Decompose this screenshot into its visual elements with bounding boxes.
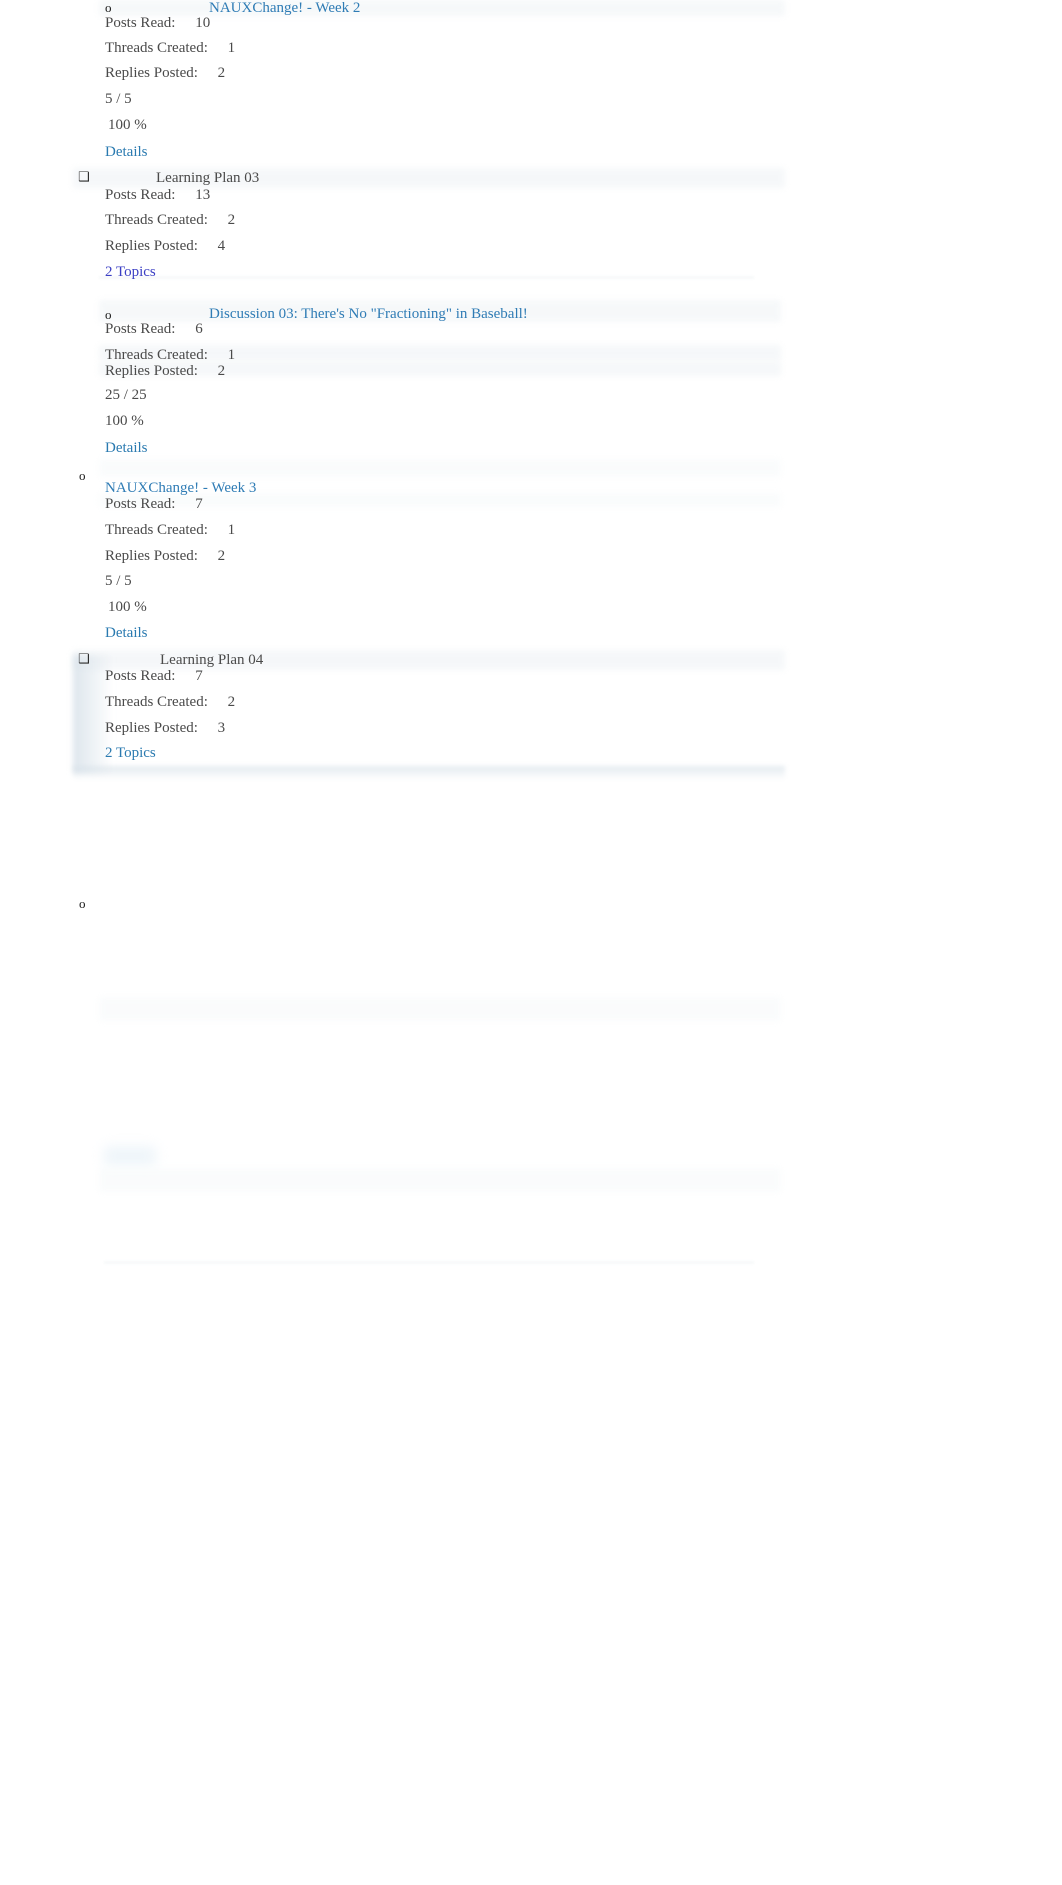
details-link[interactable]: Details bbox=[105, 439, 148, 457]
threads-created-value: 2 bbox=[227, 694, 236, 710]
posts-read-label: Posts Read: bbox=[105, 668, 176, 684]
topics-link[interactable]: 2 Topics bbox=[105, 744, 156, 762]
replies-posted-row: Replies Posted: 2 bbox=[105, 64, 225, 82]
posts-read-value: 7 bbox=[195, 496, 203, 512]
posts-read-value: 6 bbox=[195, 321, 203, 337]
forum-title-link[interactable]: Discussion 03: There's No "Fractioning" … bbox=[209, 305, 528, 323]
report-page: o NAUXChange! - Week 2 Posts Read: 10 Th… bbox=[0, 0, 1062, 1885]
posts-read-row: Posts Read: 7 bbox=[105, 495, 203, 513]
replies-posted-row: Replies Posted: 2 bbox=[105, 547, 225, 565]
replies-posted-value: 2 bbox=[217, 65, 226, 81]
row-highlight-band bbox=[99, 459, 781, 477]
threads-created-value: 1 bbox=[227, 40, 236, 56]
ghost-button bbox=[104, 1146, 156, 1166]
details-link[interactable]: Details bbox=[105, 624, 148, 642]
posts-read-value: 10 bbox=[195, 15, 211, 31]
score-value: 25 / 25 bbox=[105, 387, 147, 403]
forum-title-link[interactable]: NAUXChange! - Week 2 bbox=[209, 0, 360, 17]
posts-read-row: Posts Read: 10 bbox=[105, 14, 210, 32]
replies-posted-row: Replies Posted: 2 bbox=[105, 362, 225, 380]
topics-link[interactable]: 2 Topics bbox=[105, 263, 156, 281]
replies-posted-row: Replies Posted: 4 bbox=[105, 237, 225, 255]
posts-read-value: 7 bbox=[195, 668, 203, 684]
posts-read-label: Posts Read: bbox=[105, 321, 176, 337]
posts-read-row: Posts Read: 7 bbox=[105, 667, 203, 685]
threads-created-row: Threads Created: 1 bbox=[105, 521, 235, 539]
posts-read-row: Posts Read: 13 bbox=[105, 186, 210, 204]
learning-plan-glyph-icon: ❑ bbox=[78, 652, 90, 667]
replies-posted-value: 2 bbox=[217, 363, 226, 379]
score-value: 5 / 5 bbox=[105, 91, 132, 107]
posts-read-row: Posts Read: 6 bbox=[105, 320, 203, 338]
posts-read-value: 13 bbox=[195, 187, 211, 203]
threads-created-label: Threads Created: bbox=[105, 212, 208, 228]
replies-posted-label: Replies Posted: bbox=[105, 548, 198, 564]
threads-created-row: Threads Created: 1 bbox=[105, 39, 235, 57]
percent-value: 100 % bbox=[105, 413, 144, 429]
replies-posted-label: Replies Posted: bbox=[105, 238, 198, 254]
row-highlight-band bbox=[99, 997, 781, 1021]
threads-created-row: Threads Created: 2 bbox=[105, 693, 235, 711]
replies-posted-value: 3 bbox=[217, 720, 226, 736]
percent-value: 100 % bbox=[108, 599, 147, 615]
list-bullet: o bbox=[79, 468, 86, 483]
row-highlight-band bbox=[99, 1168, 781, 1192]
divider-line bbox=[104, 1262, 754, 1263]
threads-created-label: Threads Created: bbox=[105, 40, 208, 56]
percent-value: 100 % bbox=[108, 117, 147, 133]
divider-line bbox=[99, 277, 754, 278]
threads-created-label: Threads Created: bbox=[105, 522, 208, 538]
threads-created-row: Threads Created: 2 bbox=[105, 211, 235, 229]
threads-created-value: 1 bbox=[227, 522, 236, 538]
score-value: 5 / 5 bbox=[105, 573, 132, 589]
posts-read-label: Posts Read: bbox=[105, 15, 176, 31]
threads-created-label: Threads Created: bbox=[105, 694, 208, 710]
learning-plan-title: Learning Plan 03 bbox=[156, 170, 260, 186]
replies-posted-label: Replies Posted: bbox=[105, 65, 198, 81]
posts-read-label: Posts Read: bbox=[105, 496, 176, 512]
section-shadow bbox=[73, 766, 785, 780]
replies-posted-value: 2 bbox=[217, 548, 226, 564]
replies-posted-row: Replies Posted: 3 bbox=[105, 719, 225, 737]
replies-posted-label: Replies Posted: bbox=[105, 720, 198, 736]
posts-read-label: Posts Read: bbox=[105, 187, 176, 203]
threads-created-value: 2 bbox=[227, 212, 236, 228]
threads-created-value: 1 bbox=[227, 347, 236, 363]
details-link[interactable]: Details bbox=[105, 143, 148, 161]
replies-posted-label: Replies Posted: bbox=[105, 363, 198, 379]
replies-posted-value: 4 bbox=[217, 238, 226, 254]
learning-plan-glyph-icon: ❑ bbox=[78, 170, 90, 185]
list-bullet: o bbox=[79, 896, 86, 911]
